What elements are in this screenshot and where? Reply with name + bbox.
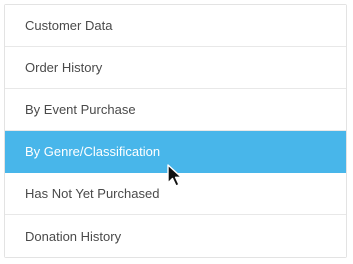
menu-item-by-event-purchase[interactable]: By Event Purchase (5, 89, 346, 131)
menu-item-has-not-yet-purchased[interactable]: Has Not Yet Purchased (5, 173, 346, 215)
menu-item-label: Order History (25, 60, 103, 75)
menu-item-label: Customer Data (25, 18, 113, 33)
report-menu: Customer Data Order History By Event Pur… (4, 4, 347, 258)
menu-item-customer-data[interactable]: Customer Data (5, 5, 346, 47)
menu-item-label: Has Not Yet Purchased (25, 186, 160, 201)
menu-item-label: Donation History (25, 228, 122, 244)
menu-item-order-history[interactable]: Order History (5, 47, 346, 89)
menu-item-by-genre-classification[interactable]: By Genre/Classification (5, 131, 346, 173)
menu-item-donation-history[interactable]: Donation History (5, 215, 346, 257)
menu-item-label: By Genre/Classification (25, 144, 161, 159)
menu-item-label: By Event Purchase (25, 102, 136, 117)
